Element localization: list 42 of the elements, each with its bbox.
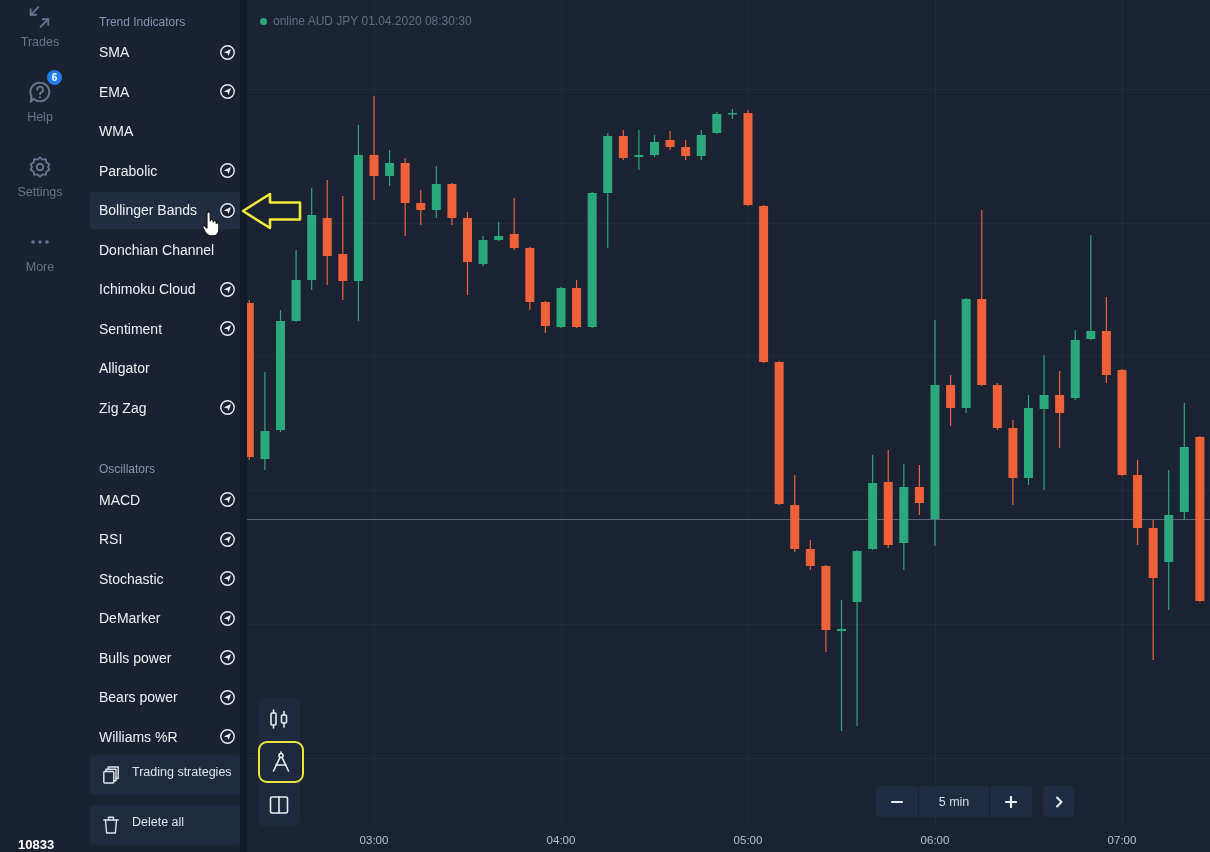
- hand-cursor-icon: [202, 211, 219, 237]
- time-axis-label: 03:00: [359, 834, 389, 846]
- trash-icon: [103, 815, 119, 834]
- indicator-menu-item[interactable]: Ichimoku Cloud: [90, 270, 240, 308]
- indicator-menu-item[interactable]: MACD: [90, 481, 240, 518]
- settings-icon: [29, 156, 51, 178]
- indicator-menu-item[interactable]: EMA: [90, 73, 240, 110]
- indicator-menu-item[interactable]: Parabolic: [90, 152, 240, 189]
- indicator-menu-item[interactable]: RSI: [90, 520, 240, 558]
- split-view-icon: [269, 793, 289, 816]
- compass-icon: [271, 751, 291, 774]
- more-icon: [31, 240, 49, 244]
- time-axis-label: 04:00: [546, 834, 576, 846]
- time-axis-label: 06:00: [920, 834, 950, 846]
- status-dot-icon: [260, 17, 267, 25]
- indicator-menu-item[interactable]: DeMarker: [90, 599, 240, 637]
- diagonal-arrows-icon: [29, 6, 51, 28]
- indicator-menu-item[interactable]: SMA: [90, 33, 240, 71]
- indicator-menu-item[interactable]: Bulls power: [90, 639, 240, 676]
- time-axis-label: 07:00: [1107, 834, 1137, 846]
- status-text: online AUD JPY 01.04.2020 08:30:30: [273, 14, 472, 28]
- indicator-menu-item[interactable]: Sentiment: [90, 310, 240, 347]
- question-bubble-icon: [29, 81, 51, 103]
- plus-icon: [1005, 795, 1017, 808]
- delete-all-button[interactable]: Delete all: [90, 804, 240, 845]
- time-axis-label: 05:00: [733, 834, 763, 846]
- indicator-menu-item[interactable]: Bears power: [90, 678, 240, 716]
- chart-tool-button[interactable]: [258, 740, 304, 784]
- indicator-menu-item[interactable]: Bollinger Bands: [90, 191, 240, 229]
- indicator-menu-item[interactable]: Stochastic: [90, 560, 240, 597]
- notification-badge: 6: [47, 70, 62, 85]
- indicator-menu-item[interactable]: Donchian Channel: [90, 231, 240, 268]
- indicator-menu-item[interactable]: Alligator: [90, 349, 240, 387]
- indicator-menu-item[interactable]: WMA: [90, 112, 240, 150]
- trading-strategies-button[interactable]: Trading strategies: [90, 754, 240, 795]
- indicator-menu-item[interactable]: Zig Zag: [90, 389, 240, 426]
- footer-number: 10833: [18, 837, 55, 852]
- section-title: Oscillators: [98, 460, 155, 478]
- indicator-menu-item[interactable]: Williams %R: [90, 718, 240, 755]
- stacked-squares-icon: [103, 765, 119, 784]
- next-button[interactable]: [1043, 786, 1074, 817]
- section-title: Trend Indicators: [98, 14, 186, 31]
